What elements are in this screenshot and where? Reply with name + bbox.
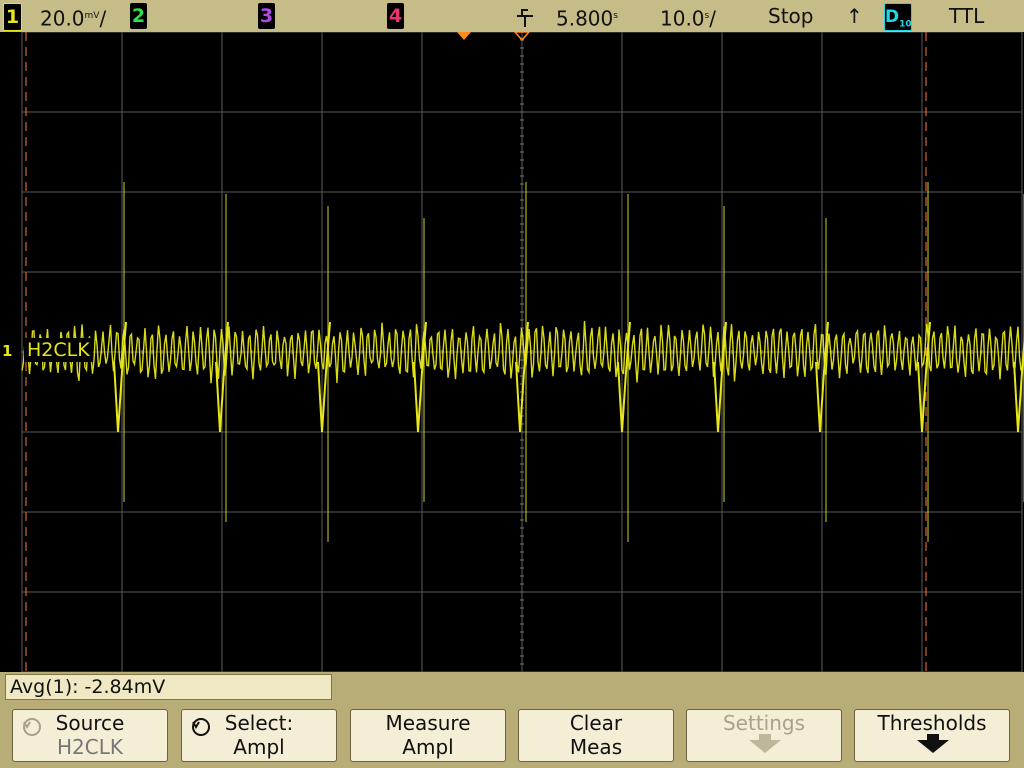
submenu-arrow-icon: [749, 740, 781, 753]
clear-meas-softkey[interactable]: Clear Meas: [518, 709, 674, 762]
channel1-scale-unit: mV: [84, 11, 100, 21]
select-softkey-value: Ampl: [233, 735, 285, 759]
channel1-badge[interactable]: 1: [3, 3, 22, 31]
timebase: 10.0s/: [660, 0, 716, 32]
source-softkey[interactable]: Source H2CLK: [12, 709, 168, 762]
timebase-per: /: [709, 6, 716, 31]
clear-meas-softkey-line2: Meas: [569, 735, 623, 759]
source-softkey-label: Source: [55, 711, 125, 735]
measure-softkey-value: Ampl: [402, 735, 454, 759]
horizontal-delay: 5.800s: [556, 0, 618, 32]
trigger-position-marker: [457, 32, 471, 40]
channel1-scale-value: 20.0: [40, 6, 85, 31]
channel1-ground-marker[interactable]: 1: [2, 342, 12, 360]
submenu-arrow-icon: [917, 740, 949, 753]
waveform-display[interactable]: 1 H2CLK: [0, 32, 1024, 672]
thresholds-softkey[interactable]: Thresholds: [854, 709, 1010, 762]
delay-value: 5.800: [556, 6, 614, 31]
delay-unit: s: [613, 11, 618, 21]
status-bar: 1 20.0mV/ 2 3 4 5.800s 10.0s/ Stop ↑ D10…: [0, 0, 1024, 32]
select-softkey[interactable]: Select: Ampl: [181, 709, 337, 762]
timebase-value: 10.0: [660, 6, 705, 31]
channel4-badge[interactable]: 4: [387, 3, 404, 29]
channel1-label: H2CLK: [24, 338, 93, 362]
source-softkey-value: H2CLK: [57, 735, 123, 759]
digital-label: D: [885, 7, 900, 27]
channel2-badge[interactable]: 2: [130, 3, 147, 29]
graticule-and-trace: [21, 32, 1024, 672]
run-state: Stop: [768, 4, 814, 28]
measurement-readout: Avg(1): -2.84mV: [5, 674, 332, 700]
delay-icon: [514, 0, 536, 32]
digital-sub: 10: [899, 19, 912, 30]
channel1-scale: 20.0mV/: [40, 0, 106, 32]
channel1-scale-per: /: [99, 6, 107, 31]
digital-channel-badge[interactable]: D10: [884, 3, 912, 31]
trigger-slope-icon: ↑: [846, 4, 863, 28]
clear-meas-softkey-line1: Clear: [569, 711, 623, 735]
thresholds-softkey-label: Thresholds: [877, 711, 987, 735]
trigger-threshold: TTL: [949, 4, 985, 28]
settings-softkey[interactable]: Settings: [686, 709, 842, 762]
settings-softkey-label: Settings: [722, 711, 806, 735]
measure-softkey-label: Measure: [385, 711, 471, 735]
channel3-badge[interactable]: 3: [258, 3, 275, 29]
measure-softkey[interactable]: Measure Ampl: [350, 709, 506, 762]
select-softkey-label: Select:: [224, 711, 294, 735]
